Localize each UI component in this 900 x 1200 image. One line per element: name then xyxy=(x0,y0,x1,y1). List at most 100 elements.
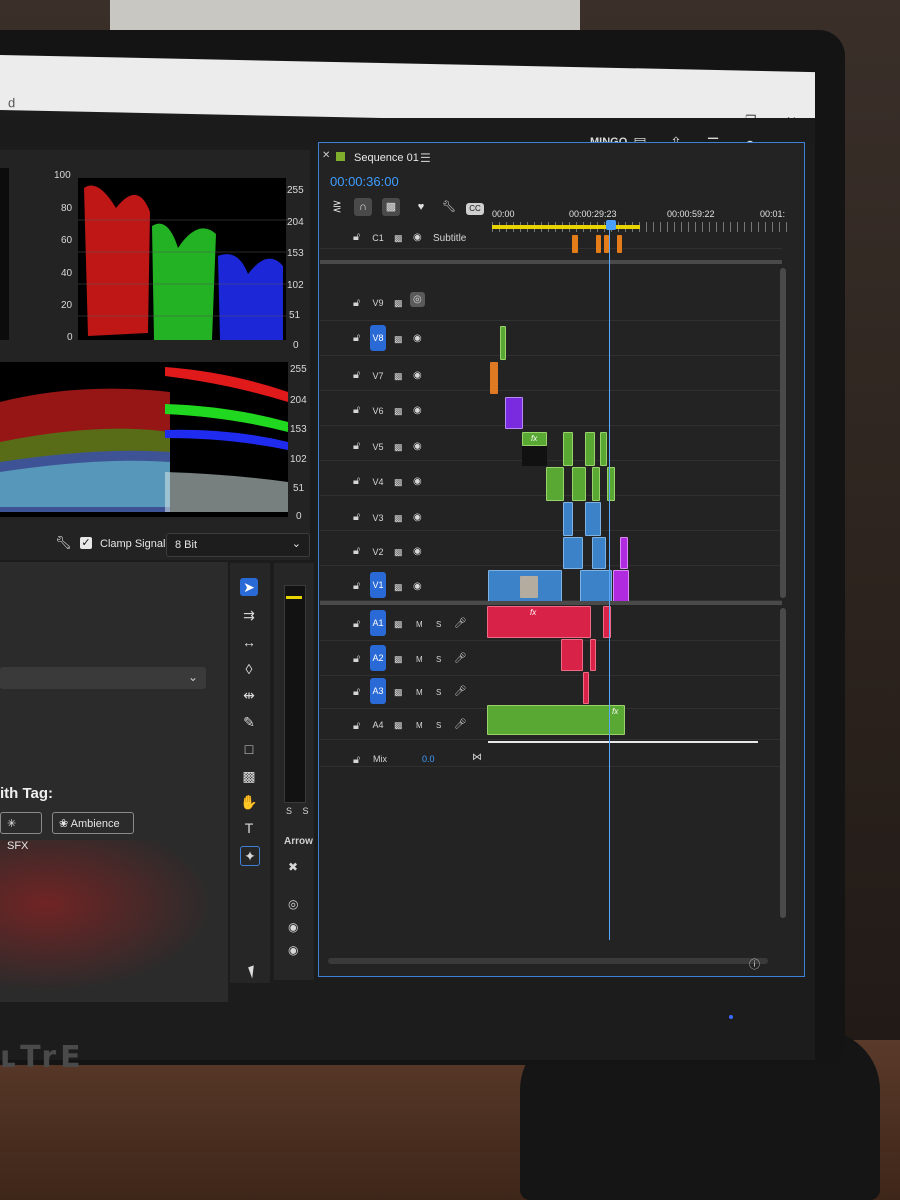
video-clip[interactable] xyxy=(490,362,498,394)
lock-icon[interactable]: 🔓︎ xyxy=(353,511,360,524)
track-name-a1[interactable]: A1 xyxy=(370,610,386,636)
rectangle-tool-icon[interactable]: □ xyxy=(240,740,258,758)
microphone-icon[interactable]: 🎤︎ xyxy=(454,618,467,629)
video-vertical-scrollbar[interactable] xyxy=(780,268,786,598)
microphone-icon[interactable]: 🎤︎ xyxy=(454,653,467,664)
sync-lock-icon[interactable]: ▩ xyxy=(394,513,403,524)
mute-button[interactable]: M xyxy=(416,620,423,629)
captions-icon[interactable]: CC xyxy=(466,203,484,215)
subtitle-clip[interactable] xyxy=(596,235,601,253)
mute-button[interactable]: M xyxy=(416,688,423,697)
mute-button[interactable]: M xyxy=(416,721,423,730)
meter-solo-buttons[interactable]: S S xyxy=(286,806,313,816)
selection-tool-icon[interactable]: ➤ xyxy=(240,578,258,596)
sync-lock-icon[interactable]: ▩ xyxy=(394,334,403,345)
sync-lock-icon[interactable]: ▩ xyxy=(394,371,403,382)
razor-tool-icon[interactable]: ◊ xyxy=(240,660,258,678)
track-name-v3[interactable]: V3 xyxy=(370,509,386,527)
lock-icon[interactable]: 🔓︎ xyxy=(353,720,360,733)
audio-clip[interactable] xyxy=(561,639,583,671)
video-clip[interactable] xyxy=(585,432,595,466)
lock-icon[interactable]: 🔓︎ xyxy=(353,475,360,488)
timecode-display[interactable]: 00:00:36:00 xyxy=(330,174,399,189)
eye-icon[interactable]: ◉ xyxy=(413,333,422,344)
timeline-settings-icon[interactable]: 🔧︎ xyxy=(440,198,458,216)
sync-lock-icon[interactable]: ▩ xyxy=(394,442,403,453)
tag-sfx-button[interactable]: ✳ SFX xyxy=(0,812,42,852)
mute-button[interactable]: M xyxy=(416,655,423,664)
video-clip[interactable] xyxy=(572,467,586,501)
eye-icon[interactable]: ◉ xyxy=(413,370,422,381)
subtitle-clip[interactable] xyxy=(617,235,622,253)
track-name-v4[interactable]: V4 xyxy=(370,473,386,491)
eye-icon[interactable]: ◉ xyxy=(413,512,422,523)
lock-icon[interactable]: 🔓︎ xyxy=(353,618,360,631)
lock-icon[interactable]: 🔓︎ xyxy=(353,369,360,382)
crosshair-icon[interactable]: ✖ xyxy=(288,860,298,874)
tag-ambience-button[interactable]: ❀ Ambience xyxy=(52,812,134,834)
video-clip[interactable] xyxy=(563,537,583,569)
sync-lock-icon[interactable]: ▩ xyxy=(394,298,403,309)
audio-clip[interactable] xyxy=(590,639,596,671)
solo-button[interactable]: S xyxy=(436,655,441,664)
lock-icon[interactable]: 🔓︎ xyxy=(353,297,360,310)
sync-lock-icon[interactable]: ▩ xyxy=(394,654,403,665)
linked-selection-icon[interactable]: ▩ xyxy=(382,198,400,216)
audio-clip-fx[interactable]: fx xyxy=(487,705,625,735)
sync-lock-icon[interactable]: ▩ xyxy=(394,619,403,630)
wrench-icon[interactable]: 🔧︎ xyxy=(55,535,72,551)
playhead-line[interactable] xyxy=(609,228,610,940)
lock-icon[interactable]: 🔓︎ xyxy=(353,332,360,345)
video-clip[interactable] xyxy=(522,446,547,466)
generative-tool-icon[interactable]: ✦ xyxy=(240,846,260,866)
lock-icon[interactable]: 🔓︎ xyxy=(353,231,360,244)
tracker-icon[interactable]: ◎ xyxy=(288,897,298,911)
video-clip-fx[interactable]: fx xyxy=(522,432,547,446)
mix-volume-value[interactable]: 0.0 xyxy=(422,754,435,764)
video-clip[interactable] xyxy=(600,432,607,466)
audio-vertical-scrollbar[interactable] xyxy=(780,608,786,918)
track-name-a2[interactable]: A2 xyxy=(370,645,386,671)
track-name-v8[interactable]: V8 xyxy=(370,325,386,351)
target-icon[interactable]: ◉ xyxy=(288,943,298,957)
sync-lock-icon[interactable]: ▩ xyxy=(394,720,403,731)
sync-lock-icon[interactable]: ▩ xyxy=(394,687,403,698)
audio-clip[interactable] xyxy=(583,672,589,704)
type-tool-icon[interactable]: T xyxy=(240,819,258,837)
video-clip[interactable] xyxy=(500,326,506,360)
lock-icon[interactable]: 🔓︎ xyxy=(353,440,360,453)
video-clip[interactable] xyxy=(620,537,628,569)
clamp-signal-checkbox[interactable]: ✓ xyxy=(80,537,92,549)
eye-icon[interactable]: ◉ xyxy=(413,546,422,557)
lock-icon[interactable]: 🔓︎ xyxy=(353,754,360,767)
lock-icon[interactable]: 🔓︎ xyxy=(353,545,360,558)
subtitle-track-name[interactable]: C1 xyxy=(370,229,386,247)
bit-depth-select[interactable]: 8 Bit ⌄ xyxy=(166,533,310,557)
essential-dropdown[interactable]: ⌄ xyxy=(0,667,206,689)
video-clip[interactable] xyxy=(592,537,606,569)
eye-icon[interactable]: ◉ xyxy=(413,405,422,416)
video-clip[interactable] xyxy=(585,502,601,536)
sequence-menu-icon[interactable]: ☰ xyxy=(420,151,431,165)
sequence-tab-title[interactable]: Sequence 01 xyxy=(354,152,419,164)
track-name-v7[interactable]: V7 xyxy=(370,367,386,385)
subtitle-clip[interactable] xyxy=(572,235,578,253)
video-clip[interactable] xyxy=(505,397,523,429)
track-name-a4[interactable]: A4 xyxy=(370,716,386,734)
solo-button[interactable]: S xyxy=(436,688,441,697)
joystick-icon[interactable]: ◉ xyxy=(288,920,298,934)
eye-icon[interactable]: ◉ xyxy=(413,232,422,243)
caption-icon[interactable]: ▩ xyxy=(394,233,403,244)
track-name-v2[interactable]: V2 xyxy=(370,543,386,561)
sync-lock-icon[interactable]: ▩ xyxy=(394,477,403,488)
sync-lock-icon[interactable]: ▩ xyxy=(394,582,403,593)
track-name-v9[interactable]: V9 xyxy=(370,294,386,312)
ripple-edit-tool-icon[interactable]: ↔ xyxy=(240,633,258,651)
solo-button[interactable]: S xyxy=(436,721,441,730)
video-clip[interactable] xyxy=(613,570,629,602)
snap-icon[interactable]: ∩ xyxy=(354,198,372,216)
track-name-v1[interactable]: V1 xyxy=(370,572,386,598)
track-name-a3[interactable]: A3 xyxy=(370,678,386,704)
video-clip[interactable] xyxy=(592,467,600,501)
sync-lock-icon[interactable]: ▩ xyxy=(394,406,403,417)
